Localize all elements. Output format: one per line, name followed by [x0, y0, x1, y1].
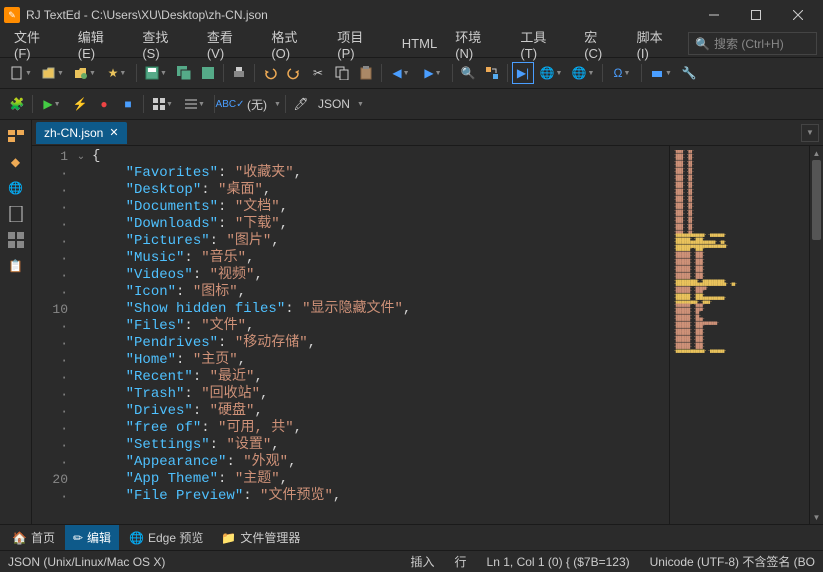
- tab-bar: zh-CN.json ✕ ▼: [32, 120, 823, 146]
- tab-file-manager[interactable]: 📁文件管理器: [213, 525, 308, 550]
- document-icon[interactable]: [6, 204, 26, 224]
- menu-search[interactable]: 查找 (S): [134, 23, 197, 65]
- menu-project[interactable]: 项目 (P): [329, 23, 392, 65]
- menu-edit[interactable]: 编辑 (E): [70, 23, 133, 65]
- marker-icon[interactable]: ◆: [6, 152, 26, 172]
- scroll-thumb[interactable]: [812, 160, 821, 240]
- tab-edge-preview[interactable]: 🌐Edge 预览: [121, 525, 211, 550]
- menu-macro[interactable]: 宏 (C): [576, 23, 626, 65]
- status-syntax[interactable]: JSON (Unix/Linux/Mac OS X): [8, 555, 165, 569]
- menu-format[interactable]: 格式 (O): [263, 23, 327, 65]
- minimap[interactable]: "████" "██""████" "██""████" "██""████" …: [669, 146, 809, 524]
- close-button[interactable]: [777, 1, 819, 29]
- tab-filename: zh-CN.json: [44, 126, 103, 140]
- edit-icon: ✏: [73, 531, 83, 545]
- tab-close-icon[interactable]: ✕: [109, 126, 118, 139]
- main-area: zh-CN.json ✕ ▼ 1········10·········20· ⌄…: [32, 120, 823, 524]
- clipboard-icon[interactable]: 📋: [6, 256, 26, 276]
- menu-view[interactable]: 查看 (V): [199, 23, 262, 65]
- files-icon[interactable]: [6, 230, 26, 250]
- search-icon: 🔍: [695, 37, 710, 51]
- save-copy-button[interactable]: [197, 62, 219, 84]
- menu-script[interactable]: 脚本 (I): [629, 23, 687, 65]
- spellcheck-button[interactable]: ABC✓: [219, 93, 241, 115]
- spellcheck-lang[interactable]: (无): [243, 96, 271, 113]
- minimize-button[interactable]: [693, 1, 735, 29]
- wrench-button[interactable]: 🔧: [678, 62, 700, 84]
- code-editor[interactable]: 1········10·········20· ⌄ { "Favorites":…: [32, 146, 669, 524]
- copy-button[interactable]: [331, 62, 353, 84]
- run-button[interactable]: ▶▼: [37, 93, 67, 115]
- status-insert[interactable]: 插入: [411, 553, 435, 570]
- bolt-button[interactable]: ⚡: [69, 93, 91, 115]
- list-button[interactable]: ▼: [180, 93, 210, 115]
- maximize-button[interactable]: [735, 1, 777, 29]
- bottom-tabs: 🏠首页 ✏编辑 🌐Edge 预览 📁文件管理器: [0, 524, 823, 550]
- highlighter-button[interactable]: 🖊: [290, 93, 312, 115]
- record-button[interactable]: ●: [93, 93, 115, 115]
- edge-icon: 🌐: [129, 531, 144, 545]
- open-file-button[interactable]: ▼: [38, 62, 68, 84]
- code-content[interactable]: { "Favorites": "收藏夹", "Desktop": "桌面", "…: [88, 146, 669, 524]
- undo-button[interactable]: [259, 62, 281, 84]
- fold-column[interactable]: ⌄: [74, 146, 88, 524]
- redo-button[interactable]: [283, 62, 305, 84]
- menubar: 文件 (F) 编辑 (E) 查找 (S) 查看 (V) 格式 (O) 项目 (P…: [0, 30, 823, 58]
- web2-button[interactable]: 🌐▼: [568, 62, 598, 84]
- print-button[interactable]: [228, 62, 250, 84]
- search-placeholder: 搜索 (Ctrl+H): [714, 35, 784, 52]
- grid-button[interactable]: ▼: [148, 93, 178, 115]
- scroll-down-icon[interactable]: ▼: [810, 510, 823, 524]
- open-folder-button[interactable]: ▼: [70, 62, 100, 84]
- print2-button[interactable]: ▼: [646, 62, 676, 84]
- save-button[interactable]: ▼: [141, 62, 171, 84]
- globe-icon[interactable]: 🌐: [6, 178, 26, 198]
- save-all-button[interactable]: [173, 62, 195, 84]
- menu-tools[interactable]: 工具 (T): [512, 23, 574, 65]
- status-line: 行: [455, 553, 467, 570]
- browser-button[interactable]: ▶|: [512, 62, 534, 84]
- toolbar-main: ▼ ▼ ▼ ★▼ ▼ ✂ ◀▼ ▶▼ 🔍 ▶| 🌐▼ 🌐▼ Ω▼ ▼ 🔧: [0, 58, 823, 89]
- folder-icon: 📁: [221, 531, 236, 545]
- window-title: RJ TextEd - C:\Users\XU\Desktop\zh-CN.js…: [26, 8, 693, 22]
- stop-button[interactable]: ■: [117, 93, 139, 115]
- puzzle-button[interactable]: 🧩: [6, 93, 28, 115]
- tab-edit[interactable]: ✏编辑: [65, 525, 119, 550]
- left-sidebar: ◆ 🌐 📋: [0, 120, 32, 524]
- scroll-up-icon[interactable]: ▲: [810, 146, 823, 160]
- find-button[interactable]: 🔍: [457, 62, 479, 84]
- search-box[interactable]: 🔍 搜索 (Ctrl+H): [688, 32, 817, 55]
- status-position[interactable]: Ln 1, Col 1 (0) { ($7B=123): [487, 555, 630, 569]
- explorer-icon[interactable]: [6, 126, 26, 146]
- menu-env[interactable]: 环境 (N): [447, 23, 510, 65]
- syntax-lang[interactable]: JSON: [314, 97, 354, 111]
- home-icon: 🏠: [12, 531, 27, 545]
- new-file-button[interactable]: ▼: [6, 62, 36, 84]
- paste-button[interactable]: [355, 62, 377, 84]
- menu-html[interactable]: HTML: [394, 32, 445, 55]
- statusbar: JSON (Unix/Linux/Mac OS X) 插入 行 Ln 1, Co…: [0, 550, 823, 572]
- replace-button[interactable]: [481, 62, 503, 84]
- fold-toggle-icon[interactable]: ⌄: [74, 148, 88, 165]
- menu-file[interactable]: 文件 (F): [6, 23, 68, 65]
- toolbar-secondary: 🧩 ▶▼ ⚡ ● ■ ▼ ▼ ABC✓ (无)▼ 🖊 JSON▼: [0, 89, 823, 120]
- workspace: ◆ 🌐 📋 zh-CN.json ✕ ▼ 1········10········…: [0, 120, 823, 524]
- omega-button[interactable]: Ω▼: [607, 62, 637, 84]
- status-encoding[interactable]: Unicode (UTF-8) 不含签名 (BO: [650, 553, 815, 570]
- back-button[interactable]: ◀▼: [386, 62, 416, 84]
- vertical-scrollbar[interactable]: ▲ ▼: [809, 146, 823, 524]
- favorites-button[interactable]: ★▼: [102, 62, 132, 84]
- tab-overflow-button[interactable]: ▼: [801, 124, 819, 142]
- cut-button[interactable]: ✂: [307, 62, 329, 84]
- web-button[interactable]: 🌐▼: [536, 62, 566, 84]
- app-icon: ✎: [4, 7, 20, 23]
- file-tab[interactable]: zh-CN.json ✕: [36, 122, 127, 144]
- tab-home[interactable]: 🏠首页: [4, 525, 63, 550]
- line-gutter: 1········10·········20·: [32, 146, 74, 524]
- forward-button[interactable]: ▶▼: [418, 62, 448, 84]
